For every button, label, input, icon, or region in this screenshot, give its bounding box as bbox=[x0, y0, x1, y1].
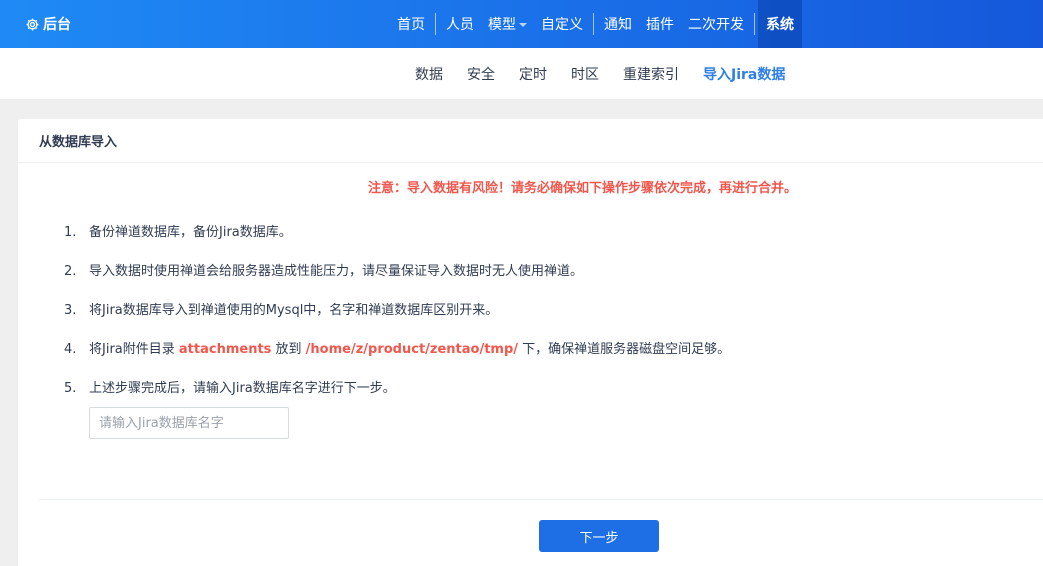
step-number: 3. bbox=[64, 303, 77, 318]
step-text: 上述步骤完成后，请输入Jira数据库名字进行下一步。 bbox=[89, 381, 396, 396]
list-item: 1. 备份禅道数据库，备份Jira数据库。 bbox=[64, 223, 730, 262]
nav-dev[interactable]: 二次开发 bbox=[681, 0, 751, 48]
list-item: 4. 将Jira附件目录 attachments 放到 /home/z/prod… bbox=[64, 340, 730, 379]
nav-custom-label: 自定义 bbox=[541, 17, 583, 33]
nav-divider bbox=[435, 13, 436, 35]
nav-custom[interactable]: 自定义 bbox=[534, 0, 590, 48]
nav-plugins-label: 插件 bbox=[646, 17, 674, 33]
nav-system-label: 系统 bbox=[766, 17, 794, 33]
top-navbar: 后台 首页 人员 模型 自定义 通知 插件 二次开发 系统 bbox=[0, 0, 1043, 48]
warning-message: 注意：导入数据有风险！请务必确保如下操作步骤依次完成，再进行合并。 bbox=[368, 181, 798, 196]
caret-down-icon bbox=[519, 23, 527, 27]
subnav-cron[interactable]: 定时 bbox=[507, 64, 559, 84]
step-text-before: 将Jira附件目录 bbox=[89, 342, 179, 357]
subnav-import-jira[interactable]: 导入Jira数据 bbox=[691, 64, 797, 84]
nav-notify-label: 通知 bbox=[604, 17, 632, 33]
nav-people[interactable]: 人员 bbox=[439, 0, 481, 48]
step-list: 1. 备份禅道数据库，备份Jira数据库。 2. 导入数据时使用禅道会给服务器造… bbox=[64, 223, 730, 418]
subnav-timezone[interactable]: 时区 bbox=[559, 64, 611, 84]
nav-divider bbox=[593, 13, 594, 35]
nav-home-label: 首页 bbox=[397, 17, 425, 33]
target-path: /home/z/product/zentao/tmp/ bbox=[305, 342, 519, 357]
nav-dev-label: 二次开发 bbox=[688, 17, 744, 33]
nav-notify[interactable]: 通知 bbox=[597, 0, 639, 48]
subnav-rebuild-index[interactable]: 重建索引 bbox=[611, 64, 691, 84]
brand-label: 后台 bbox=[43, 17, 71, 33]
step-text: 将Jira数据库导入到禅道使用的Mysql中，名字和禅道数据库区别开来。 bbox=[89, 303, 499, 318]
nav-plugins[interactable]: 插件 bbox=[639, 0, 681, 48]
step-text: 备份禅道数据库，备份Jira数据库。 bbox=[89, 225, 292, 240]
step-text-after: 下，确保禅道服务器磁盘空间足够。 bbox=[518, 342, 731, 357]
subnav-security[interactable]: 安全 bbox=[455, 64, 507, 84]
step-text-mid: 放到 bbox=[271, 342, 306, 357]
gear-icon bbox=[26, 18, 39, 30]
nav-home[interactable]: 首页 bbox=[390, 0, 432, 48]
nav-system[interactable]: 系统 bbox=[758, 0, 802, 48]
nav-divider bbox=[754, 13, 755, 35]
next-step-button[interactable]: 下一步 bbox=[539, 520, 659, 552]
divider bbox=[39, 499, 1043, 500]
admin-home-link[interactable]: 后台 bbox=[25, 0, 71, 48]
attachments-dir: attachments bbox=[178, 342, 272, 357]
list-item: 2. 导入数据时使用禅道会给服务器造成性能压力，请尽量保证导入数据时无人使用禅道… bbox=[64, 262, 730, 301]
panel-title: 从数据库导入 bbox=[18, 119, 1043, 163]
sub-nav: 数据 安全 定时 时区 重建索引 导入Jira数据 bbox=[0, 48, 1043, 99]
nav-model-label: 模型 bbox=[488, 17, 516, 33]
nav-model[interactable]: 模型 bbox=[481, 0, 534, 48]
subnav-data[interactable]: 数据 bbox=[403, 64, 455, 84]
nav-people-label: 人员 bbox=[446, 17, 474, 33]
step-text: 导入数据时使用禅道会给服务器造成性能压力，请尽量保证导入数据时无人使用禅道。 bbox=[89, 264, 584, 279]
import-panel: 从数据库导入 注意：导入数据有风险！请务必确保如下操作步骤依次完成，再进行合并。… bbox=[18, 119, 1043, 566]
list-item: 3. 将Jira数据库导入到禅道使用的Mysql中，名字和禅道数据库区别开来。 bbox=[64, 301, 730, 340]
step-number: 5. bbox=[64, 381, 77, 396]
step-number: 1. bbox=[64, 225, 77, 240]
jira-db-name-input[interactable] bbox=[89, 407, 289, 439]
main-nav: 首页 人员 模型 自定义 通知 插件 二次开发 系统 bbox=[390, 0, 802, 48]
step-number: 4. bbox=[64, 342, 77, 357]
step-number: 2. bbox=[64, 264, 77, 279]
